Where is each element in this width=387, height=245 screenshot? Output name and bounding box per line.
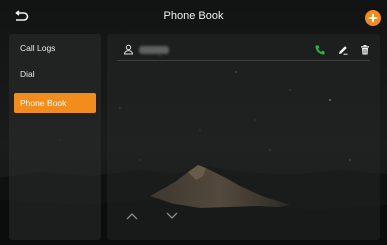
contact-icon (123, 44, 134, 55)
sidebar-item-label: Call Logs (20, 43, 56, 53)
sidebar-item-label: Phone Book (20, 98, 67, 108)
edit-icon[interactable] (337, 44, 349, 56)
sidebar-item-call-logs[interactable]: Call Logs (14, 38, 96, 58)
phone-icon[interactable] (314, 44, 326, 56)
sidebar-item-dial[interactable]: Dial (14, 64, 96, 84)
chevron-down-icon (166, 212, 178, 219)
contact-row[interactable] (117, 40, 370, 61)
page-down-button[interactable] (164, 210, 180, 222)
chevron-up-icon (126, 213, 138, 220)
add-contact-button[interactable] (365, 10, 381, 26)
contact-name (139, 46, 169, 54)
page-title: Phone Book (163, 10, 224, 22)
phone-book-panel (107, 34, 380, 240)
plus-icon (368, 13, 378, 23)
delete-icon[interactable] (359, 44, 371, 56)
top-bar: Phone Book (0, 0, 387, 34)
page-up-button[interactable] (124, 210, 140, 222)
sidebar: Call Logs Dial Phone Book (9, 34, 101, 240)
sidebar-item-phone-book[interactable]: Phone Book (14, 93, 96, 113)
sidebar-item-label: Dial (20, 69, 35, 79)
